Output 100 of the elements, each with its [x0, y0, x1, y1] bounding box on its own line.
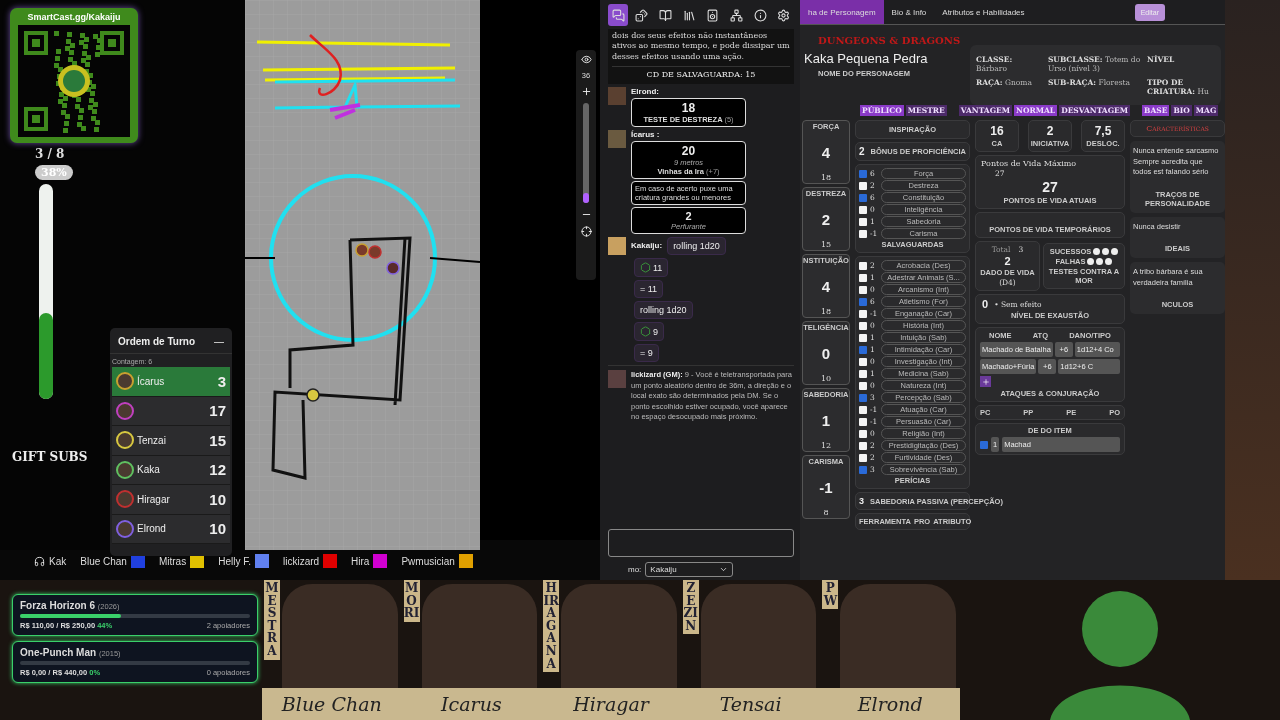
zoom-slider[interactable]: [583, 103, 589, 203]
death-save-dot[interactable]: [1102, 248, 1110, 255]
initiative-value: 2: [1046, 124, 1054, 138]
skill-checkbox[interactable]: [859, 417, 867, 426]
qr-card-title: SmartCast.gg/Kakaiju: [27, 12, 121, 22]
turn-order-row[interactable]: Tenzai 15: [112, 426, 230, 456]
book-icon: [658, 8, 672, 22]
crosshair-icon[interactable]: [580, 226, 592, 237]
current-hp: 27: [1042, 179, 1058, 195]
roll-total: = 11: [634, 280, 664, 299]
user-avatar: [608, 130, 626, 149]
qr-code-icon: [18, 25, 130, 137]
death-save-dot[interactable]: [1096, 258, 1104, 265]
nodes-icon: [730, 8, 743, 22]
skill-checkbox[interactable]: [859, 345, 867, 354]
sheet-tab[interactable]: ha de Personagem: [800, 0, 884, 24]
player-tag: MESTRA: [264, 580, 280, 660]
skill-checkbox[interactable]: [859, 297, 867, 306]
save-checkbox[interactable]: [859, 229, 867, 238]
skill-checkbox[interactable]: [859, 273, 867, 282]
message-author: Elrond:: [631, 87, 660, 97]
skill-checkbox[interactable]: [859, 261, 867, 270]
speaker-icon: [706, 8, 720, 22]
character-nameplate: Hiragar: [541, 688, 681, 720]
save-checkbox[interactable]: [859, 217, 867, 226]
skill-checkbox[interactable]: [859, 369, 867, 378]
item-checkbox[interactable]: [980, 440, 988, 449]
headphones-icon: [34, 555, 45, 567]
roll-command: rolling 1d20: [667, 237, 726, 256]
death-save-dot[interactable]: [1111, 248, 1119, 255]
traits-title: Características: [1146, 124, 1209, 133]
attack-result: 20: [681, 144, 696, 159]
character-nameplate: Elrond: [820, 688, 960, 720]
character-nameplate: Tensai: [680, 688, 821, 720]
player-name: Helly F.: [218, 555, 251, 567]
character-nameplate: Icarus: [401, 688, 542, 720]
message-author: Ícarus :: [631, 130, 661, 140]
speaker-select[interactable]: Kakaiju: [645, 562, 734, 577]
player-tag: PW: [822, 580, 839, 610]
turn-order-row[interactable]: Ícarus 3: [112, 367, 230, 397]
armor-class-value: 16: [990, 124, 1004, 138]
chat-tab[interactable]: [608, 4, 628, 26]
save-checkbox[interactable]: [859, 205, 867, 214]
settings-icon: [777, 8, 791, 22]
skill-checkbox[interactable]: [859, 333, 867, 342]
save-checkbox[interactable]: [859, 169, 867, 178]
turn-order-row[interactable]: Elrond 10: [112, 514, 230, 544]
d20-icon: [640, 262, 651, 274]
game-logo: DUNGEONS & DRAGONS: [817, 34, 962, 48]
skill-checkbox[interactable]: [859, 393, 867, 402]
player-name: lickizard: [282, 555, 320, 567]
player-name: Blue Chan: [80, 555, 127, 567]
skill-checkbox[interactable]: [859, 465, 867, 474]
damage-value: 2: [685, 210, 692, 223]
dice-result: 11: [634, 258, 669, 278]
message-author: Kakaiju:: [631, 240, 663, 251]
death-save-dot[interactable]: [1087, 258, 1095, 265]
turn-order-row[interactable]: Hiragar 10: [112, 485, 230, 515]
user-avatar: [608, 87, 626, 106]
plus-icon[interactable]: [580, 86, 592, 97]
zoom-slider-fill[interactable]: [583, 193, 589, 203]
character-nameplate: Blue Chan: [262, 688, 402, 720]
sheet-tab[interactable]: Bio & Info: [883, 0, 935, 24]
skill-checkbox[interactable]: [859, 309, 867, 318]
skill-checkbox[interactable]: [859, 405, 867, 414]
speaker-label: mo:: [628, 565, 642, 574]
chat-input[interactable]: [608, 529, 794, 557]
skill-checkbox[interactable]: [859, 285, 867, 294]
books-icon: [682, 8, 696, 22]
turn-order-row[interactable]: Kaka 12: [112, 455, 230, 485]
turn-order-row[interactable]: 17: [112, 396, 230, 426]
d20-icon: [640, 326, 651, 338]
sheet-tab[interactable]: Atributos e Habilidades: [934, 0, 1033, 24]
skill-checkbox[interactable]: [859, 357, 867, 366]
skill-checkbox[interactable]: [859, 429, 867, 438]
spell-description: dois dos seus efeitos não instantâneos ativos ao mesmo tempo, e pode dissipar um desses efeitos usando uma ação.: [612, 31, 790, 63]
save-dc: CD DE SALVAGUARDA: 15: [612, 66, 790, 83]
death-save-dot[interactable]: [1105, 258, 1113, 265]
chat-bubbles-icon: [611, 8, 625, 22]
death-save-dot[interactable]: [1093, 248, 1101, 255]
player-name: Mitras: [158, 555, 187, 567]
save-checkbox[interactable]: [859, 181, 867, 190]
max-hp-label: Pontos de Vida Máximo: [981, 159, 1078, 168]
user-avatar: [608, 370, 626, 389]
skill-checkbox[interactable]: [859, 381, 867, 390]
vote-count: 3 / 8: [35, 147, 65, 161]
player-name: Kak: [49, 555, 67, 567]
skill-checkbox[interactable]: [859, 453, 867, 462]
character-name: Kaka Pequena Pedra: [804, 51, 929, 66]
player-name: Hira: [351, 555, 370, 567]
hit-dice-value: 2: [1004, 255, 1011, 267]
player-tag: ZEZIN: [682, 580, 699, 635]
skill-checkbox[interactable]: [859, 321, 867, 330]
eye-icon[interactable]: [580, 54, 592, 65]
save-checkbox[interactable]: [859, 193, 867, 202]
player-tag: MORI: [403, 580, 420, 622]
skill-checkbox[interactable]: [859, 441, 867, 450]
collapse-button[interactable]: —: [214, 336, 224, 347]
user-avatar: [608, 237, 626, 256]
add-button[interactable]: [980, 376, 991, 387]
